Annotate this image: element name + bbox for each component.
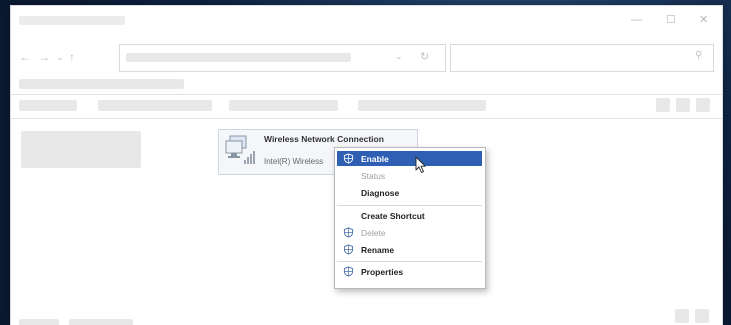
- navigation-pane-placeholder: [21, 131, 141, 168]
- search-input[interactable]: ⚲: [450, 44, 714, 72]
- network-adapter-icon: [225, 135, 255, 164]
- menu-item-label: Enable: [361, 154, 389, 164]
- menu-item-status[interactable]: Status: [337, 168, 482, 183]
- menu-item-delete[interactable]: Delete: [337, 225, 482, 240]
- menu-separator: [337, 205, 482, 206]
- adapter-description: Intel(R) Wireless: [264, 157, 324, 166]
- shield-icon: [343, 227, 354, 238]
- menu-item-rename[interactable]: Rename: [337, 242, 482, 257]
- view-toggle-placeholder[interactable]: [695, 309, 709, 323]
- menu-item-label: Diagnose: [361, 188, 400, 198]
- view-toggle-placeholder[interactable]: [676, 98, 690, 112]
- command-placeholder[interactable]: [98, 100, 212, 111]
- forward-arrow-icon[interactable]: →: [38, 51, 50, 63]
- view-toggle-placeholder[interactable]: [656, 98, 670, 112]
- back-arrow-icon[interactable]: ←: [19, 51, 31, 63]
- menu-item-create-shortcut[interactable]: Create Shortcut: [337, 208, 482, 223]
- command-placeholder[interactable]: [19, 100, 77, 111]
- menu-item-label: Create Shortcut: [361, 211, 425, 221]
- view-toggle-placeholder[interactable]: [696, 98, 710, 112]
- address-placeholder: [126, 53, 351, 62]
- minimize-button[interactable]: —: [631, 15, 642, 26]
- menu-item-label: Delete: [361, 228, 386, 238]
- mouse-cursor-icon: [415, 156, 426, 173]
- adapter-name: Wireless Network Connection: [264, 134, 384, 144]
- context-menu: Enable Status Diagnose Create Shortcut D…: [334, 147, 486, 289]
- menu-item-diagnose[interactable]: Diagnose: [337, 185, 482, 200]
- up-arrow-icon[interactable]: ↑: [69, 51, 75, 63]
- menu-item-properties[interactable]: Properties: [337, 264, 482, 279]
- recent-chevron-icon[interactable]: ⌄: [56, 51, 64, 63]
- status-placeholder: [69, 319, 133, 325]
- search-icon: ⚲: [695, 50, 703, 61]
- command-placeholder[interactable]: [358, 100, 486, 111]
- command-placeholder[interactable]: [229, 100, 338, 111]
- refresh-icon[interactable]: ↻: [420, 50, 429, 63]
- divider: [11, 94, 722, 95]
- close-button[interactable]: ✕: [699, 15, 708, 26]
- shield-icon: [343, 153, 354, 164]
- view-toggle-placeholder[interactable]: [675, 309, 689, 323]
- explorer-window: — ☐ ✕ ← → ⌄ ↑ ⌄ ↻ ⚲ Wireless Network Con…: [10, 5, 723, 325]
- maximize-button[interactable]: ☐: [666, 15, 676, 26]
- menu-item-label: Status: [361, 171, 386, 181]
- ribbon-placeholder: [19, 79, 184, 89]
- address-bar[interactable]: ⌄ ↻: [119, 44, 446, 72]
- menu-separator: [337, 261, 482, 262]
- shield-icon: [343, 244, 354, 255]
- window-title-placeholder: [19, 16, 125, 25]
- shield-icon: [343, 266, 354, 277]
- chevron-down-icon[interactable]: ⌄: [395, 51, 403, 62]
- divider: [11, 118, 722, 119]
- menu-item-enable[interactable]: Enable: [337, 151, 482, 166]
- menu-item-label: Rename: [361, 245, 395, 255]
- status-placeholder: [19, 319, 59, 325]
- menu-item-label: Properties: [361, 267, 404, 277]
